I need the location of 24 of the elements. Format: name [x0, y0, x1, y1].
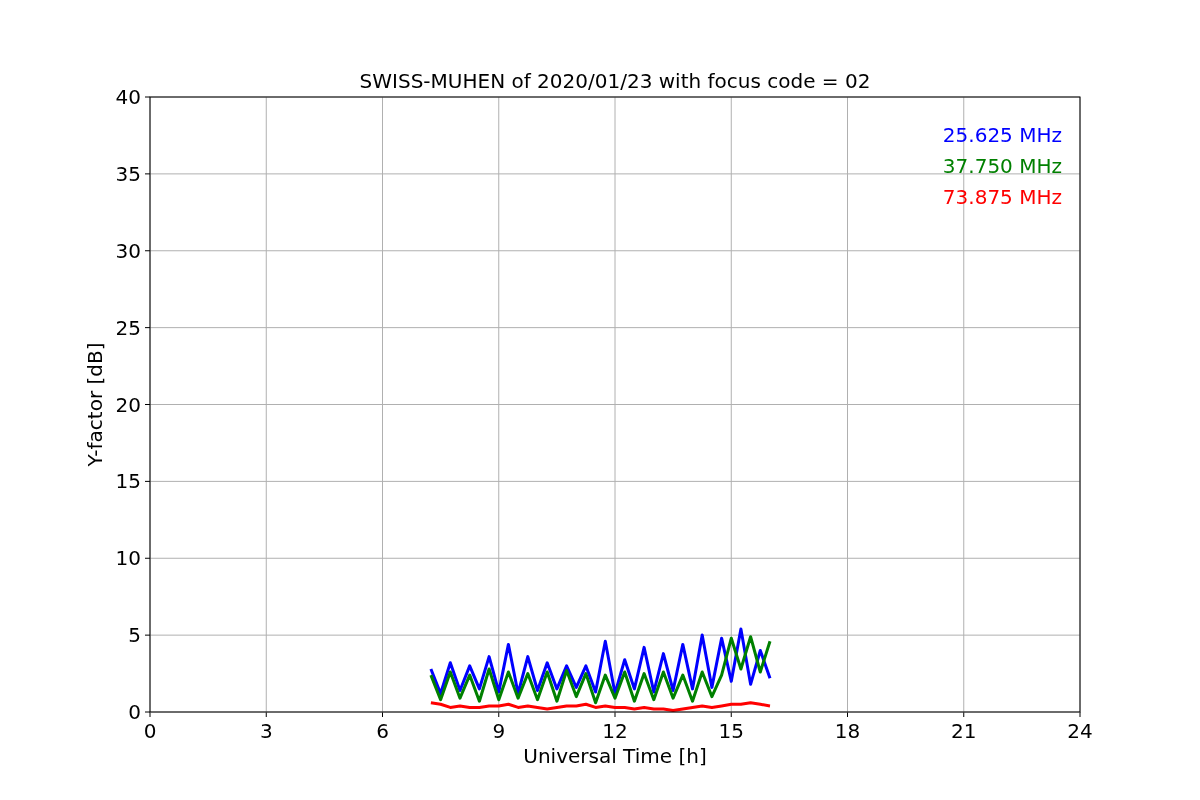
y-tick-label: 25 [115, 315, 141, 340]
x-tick-label: 18 [834, 719, 861, 743]
y-tick-label: 40 [115, 85, 141, 109]
x-tick-label: 0 [143, 719, 157, 743]
x-tick-label: 6 [376, 719, 389, 743]
x-tick-label: 9 [492, 719, 506, 743]
y-tick-label: 15 [115, 469, 141, 494]
x-tick-label: 12 [602, 719, 628, 743]
x-tick-label: 21 [951, 719, 977, 743]
y-tick-label: 10 [115, 546, 141, 571]
y-tick-label: 30 [115, 238, 141, 263]
x-tick-label: 3 [259, 719, 273, 743]
y-axis-label: Y-factor [dB] [83, 342, 107, 467]
chart-title: SWISS-MUHEN of 2020/01/23 with focus code = 02 [359, 69, 871, 93]
x-tick-label: 15 [718, 719, 744, 743]
legend-label: 25.625 MHz [942, 123, 1062, 147]
y-tick-label: 5 [128, 623, 141, 648]
y-tick-label: 0 [128, 700, 141, 724]
y-tick-label: 35 [115, 161, 141, 186]
legend-label: 37.750 MHz [942, 154, 1062, 178]
legend-label: 73.875 MHz [942, 185, 1062, 209]
x-axis-label: Universal Time [h] [523, 744, 707, 768]
x-tick-label: 24 [1067, 719, 1093, 743]
y-tick-label: 20 [115, 392, 141, 417]
